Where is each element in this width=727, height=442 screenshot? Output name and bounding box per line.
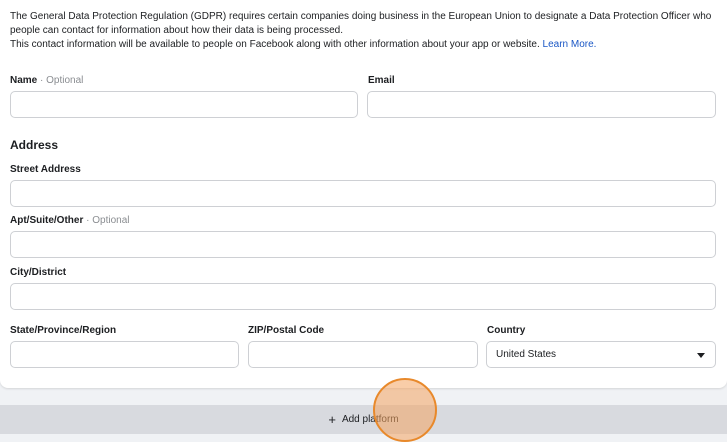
email-label: Email: [368, 75, 395, 86]
name-label-text: Name: [10, 75, 38, 86]
dpo-contact-card: The General Data Protection Regulation (…: [0, 0, 727, 388]
zip-postal-input[interactable]: [248, 341, 478, 368]
gdpr-intro-line2: This contact information will be availab…: [10, 39, 540, 50]
city-district-label: City/District: [10, 267, 67, 278]
country-select[interactable]: United States: [486, 341, 716, 368]
state-province-label: State/Province/Region: [10, 325, 117, 336]
apt-optional-tag: · Optional: [86, 215, 130, 226]
gdpr-intro-text-2: This contact information will be availab…: [10, 38, 715, 52]
apt-suite-label-text: Apt/Suite/Other: [10, 215, 84, 226]
plus-icon: +: [328, 412, 336, 427]
gdpr-intro-text: The General Data Protection Regulation (…: [10, 10, 715, 38]
street-address-input[interactable]: [10, 180, 716, 207]
state-province-input[interactable]: [10, 341, 239, 368]
learn-more-link[interactable]: Learn More.: [543, 39, 597, 50]
name-label: Name · Optional: [10, 74, 83, 87]
gdpr-intro: The General Data Protection Regulation (…: [10, 10, 715, 52]
add-platform-label: Add platform: [341, 414, 399, 425]
address-heading: Address: [10, 138, 59, 152]
country-select-value: United States: [496, 349, 557, 360]
apt-suite-input[interactable]: [10, 231, 716, 258]
chevron-down-icon: [697, 353, 705, 358]
email-input[interactable]: [367, 91, 716, 118]
country-label: Country: [487, 325, 526, 336]
gdpr-intro-line1: The General Data Protection Regulation (…: [10, 11, 712, 36]
street-address-label: Street Address: [10, 164, 81, 175]
add-platform-button[interactable]: + Add platform: [0, 405, 727, 434]
city-district-input[interactable]: [10, 283, 716, 310]
name-optional-tag: · Optional: [40, 75, 84, 86]
apt-suite-label: Apt/Suite/Other · Optional: [10, 214, 129, 227]
zip-postal-label: ZIP/Postal Code: [248, 325, 325, 336]
add-platform-bar: + Add platform: [0, 405, 727, 434]
name-input[interactable]: [10, 91, 358, 118]
